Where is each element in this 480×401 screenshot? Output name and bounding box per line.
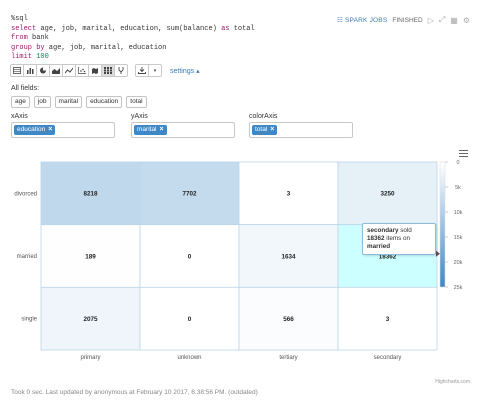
download-button[interactable] bbox=[135, 64, 149, 77]
cell-value-label: 3 bbox=[386, 316, 390, 323]
line-chart-button[interactable] bbox=[62, 64, 76, 77]
legend-tick-label: 10k bbox=[454, 210, 463, 216]
caret-up-icon: ▴ bbox=[196, 67, 200, 75]
spark-jobs-link[interactable]: ☷ SPARK JOBS bbox=[336, 16, 387, 25]
x-axis-tick-label: tertiary bbox=[279, 355, 297, 361]
cell-value-label: 7702 bbox=[182, 191, 197, 198]
y-axis-tick-label: divorced bbox=[14, 191, 37, 197]
download-options-button[interactable]: ▾ bbox=[148, 64, 162, 77]
color-axis-dropzone[interactable]: total × bbox=[249, 122, 353, 138]
map-chart-button[interactable] bbox=[88, 64, 102, 77]
scatter-chart-icon bbox=[78, 67, 86, 74]
remove-icon[interactable]: × bbox=[270, 126, 274, 134]
field-chip-job[interactable]: job bbox=[33, 96, 51, 108]
legend-tick-label: 20k bbox=[454, 260, 463, 266]
expand-icon[interactable]: ⤢ bbox=[439, 15, 445, 25]
code-line: limit 100 bbox=[11, 53, 49, 61]
area-chart-button[interactable] bbox=[49, 64, 63, 77]
y-axis-label: yAxis bbox=[131, 113, 148, 120]
heatmap-chart-button[interactable] bbox=[101, 64, 115, 77]
field-chip-education[interactable]: education bbox=[86, 96, 123, 108]
field-chip-marital[interactable]: marital bbox=[54, 96, 83, 108]
legend-tick-label: 0 bbox=[456, 160, 459, 166]
remove-icon[interactable]: × bbox=[160, 126, 164, 134]
field-chip-total[interactable]: total bbox=[126, 96, 147, 108]
last-updated-footer: Took 0 sec. Last updated by anonymous at… bbox=[11, 389, 258, 396]
download-group: ▾ bbox=[135, 64, 162, 77]
x-axis-label: xAxis bbox=[11, 113, 28, 120]
scatter-chart-button[interactable] bbox=[75, 64, 89, 77]
x-axis-selector: xAxis education × bbox=[11, 113, 115, 138]
map-icon bbox=[92, 68, 98, 74]
table-view-button[interactable] bbox=[10, 64, 24, 77]
y-axis-dropzone[interactable]: marital × bbox=[131, 122, 235, 138]
cell-value-label: 8218 bbox=[83, 191, 98, 198]
x-axis-dropzone[interactable]: education × bbox=[11, 122, 115, 138]
cell-value-label: 3250 bbox=[380, 191, 395, 198]
table-icon bbox=[13, 67, 21, 74]
color-axis-tag: total × bbox=[252, 125, 278, 135]
all-fields-label: All fields: bbox=[11, 85, 40, 92]
color-axis-selector: colorAxis total × bbox=[249, 113, 353, 138]
y-axis-tick-label: single bbox=[21, 317, 37, 323]
code-line: select age, job, marital, education, sum… bbox=[11, 24, 255, 33]
visualization-toolbar: ▾ settings ▴ bbox=[10, 64, 200, 77]
status-text: FINISHED bbox=[392, 16, 423, 24]
download-icon bbox=[138, 67, 146, 74]
hamburger-menu-icon[interactable] bbox=[459, 150, 468, 159]
line-chart-icon bbox=[65, 67, 73, 74]
spark-icon: ☷ bbox=[336, 17, 344, 24]
bar-chart-icon bbox=[27, 68, 34, 74]
color-legend-bar bbox=[439, 161, 446, 288]
x-axis-tick-label: secondary bbox=[374, 355, 402, 361]
legend-tick-label: 15k bbox=[454, 235, 463, 241]
y-axis-tick-label: married bbox=[17, 254, 37, 260]
cell-value-label: 2075 bbox=[83, 316, 98, 323]
sql-code-block[interactable]: %sql select age, job, marital, education… bbox=[11, 15, 255, 63]
code-line: from bank bbox=[11, 34, 49, 42]
table-toggle-icon[interactable]: ▦ bbox=[450, 16, 458, 25]
y-axis-selector: yAxis marital × bbox=[131, 113, 235, 138]
code-line: group by age, job, marital, education bbox=[11, 43, 167, 52]
caret-down-icon: ▾ bbox=[153, 67, 157, 74]
color-axis-label: colorAxis bbox=[249, 113, 278, 120]
run-icon[interactable]: ▷ bbox=[428, 16, 434, 25]
bar-chart-button[interactable] bbox=[23, 64, 37, 77]
x-axis-tick-label: primary bbox=[80, 355, 100, 361]
custom-viz-button[interactable] bbox=[114, 64, 128, 77]
x-axis-tick-label: unknown bbox=[177, 355, 201, 361]
pie-chart-button[interactable] bbox=[36, 64, 50, 77]
pie-chart-icon bbox=[40, 67, 46, 74]
y-axis-tag: marital × bbox=[134, 125, 167, 135]
cell-value-label: 566 bbox=[283, 316, 294, 323]
highcharts-credit[interactable]: Highcharts.com bbox=[435, 379, 470, 385]
legend-marker bbox=[436, 250, 440, 257]
fields-list: age job marital education total bbox=[11, 96, 147, 108]
cell-value-label: 189 bbox=[85, 253, 96, 260]
paragraph-status: ☷ SPARK JOBS FINISHED ▷ ⤢ ▦ ⚙ bbox=[337, 15, 470, 25]
gear-icon[interactable]: ⚙ bbox=[463, 16, 470, 25]
code-line: %sql bbox=[11, 15, 28, 23]
remove-icon[interactable]: × bbox=[48, 126, 52, 134]
heatmap-tooltip: secondary sold 18362 items on married bbox=[362, 223, 436, 255]
cell-value-label: 1634 bbox=[281, 253, 296, 260]
settings-toggle[interactable]: settings ▴ bbox=[170, 67, 200, 75]
field-chip-age[interactable]: age bbox=[11, 96, 30, 108]
x-axis-tag: education × bbox=[14, 125, 56, 135]
heatmap-svg: 8218 7702 3 3250189 0 1634 183622075 0 566 3divor… bbox=[14, 160, 463, 361]
heatmap-icon bbox=[104, 67, 112, 74]
cell-value-label: 3 bbox=[287, 191, 291, 198]
legend-tick-label: 5k bbox=[455, 185, 461, 191]
area-chart-icon bbox=[52, 68, 60, 74]
cell-value-label: 0 bbox=[188, 253, 192, 260]
legend-tick-label: 25k bbox=[454, 285, 463, 291]
heatmap-chart: 8218 7702 3 3250 189 0 1634 18362 2075 0 566 3 divor… bbox=[0, 150, 480, 380]
branch-icon bbox=[118, 67, 124, 74]
cell-value-label: 0 bbox=[188, 316, 192, 323]
